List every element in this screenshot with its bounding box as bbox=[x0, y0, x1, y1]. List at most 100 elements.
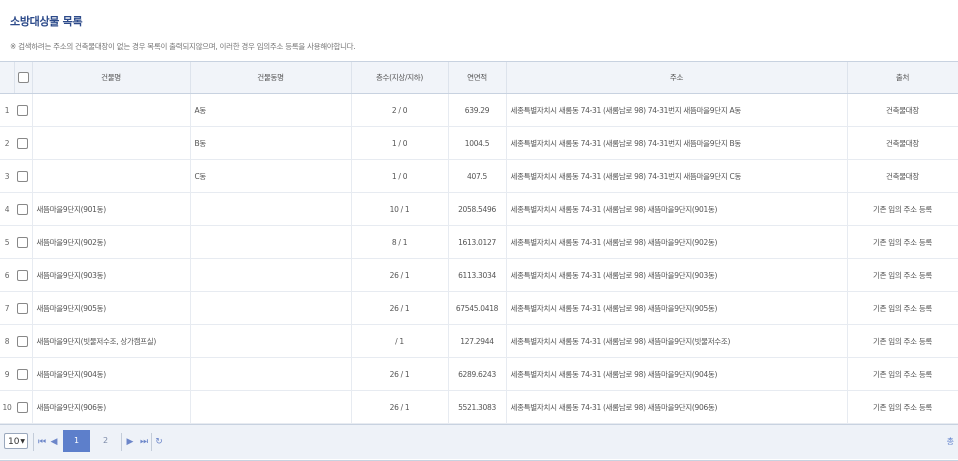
facility-grid: 건물명 건물동명 층수(지상/지하) 연면적 주소 출처 1 A동 2 / 0 … bbox=[0, 61, 958, 461]
col-header-building-dong[interactable]: 건물동명 bbox=[190, 62, 352, 94]
cell-floors: 8 / 1 bbox=[351, 225, 449, 259]
cell-address: 세종특별자치시 새롬동 74-31 (새롬남로 98) 새뜸마을9단지(905동… bbox=[506, 291, 848, 325]
table-row[interactable]: 5 새뜸마을9단지(902동) 8 / 1 1613.0127 세종특별자치시 … bbox=[0, 225, 958, 259]
cell-building-dong bbox=[190, 291, 352, 325]
cell-building-name bbox=[32, 126, 191, 160]
row-checkbox[interactable] bbox=[17, 401, 29, 413]
first-page-button[interactable]: ⏮ bbox=[37, 433, 47, 451]
cell-address: 세종특별자치시 새롬동 74-31 (새롬남로 98) 새뜸마을9단지(빗물저수… bbox=[506, 324, 848, 358]
first-page-icon: ⏮ bbox=[37, 437, 47, 447]
table-header: 건물명 건물동명 층수(지상/지하) 연면적 주소 출처 bbox=[0, 62, 958, 94]
col-header-floors[interactable]: 층수(지상/지하) bbox=[351, 62, 449, 94]
page-size-value: 10 bbox=[8, 437, 20, 447]
row-number: 3 bbox=[0, 159, 14, 193]
rownum-header bbox=[0, 62, 15, 94]
cell-building-name: 새뜸마을9단지(빗물저수조, 상가캠프실) bbox=[32, 324, 191, 358]
row-select-cell bbox=[14, 291, 33, 325]
cell-address: 세종특별자치시 새롬동 74-31 (새롬남로 98) 새뜸마을9단지(903동… bbox=[506, 258, 848, 292]
row-number: 9 bbox=[0, 357, 14, 391]
cell-floors: 26 / 1 bbox=[351, 291, 449, 325]
cell-area: 639.29 bbox=[448, 93, 507, 127]
table-row[interactable]: 7 새뜸마을9단지(905동) 26 / 1 67545.0418 세종특별자치… bbox=[0, 291, 958, 325]
row-checkbox[interactable] bbox=[17, 236, 29, 248]
table-body: 1 A동 2 / 0 639.29 세종특별자치시 새롬동 74-31 (새롬남… bbox=[0, 93, 958, 424]
next-page-icon: ▶ bbox=[126, 437, 134, 447]
table-row[interactable]: 6 새뜸마을9단지(903동) 26 / 1 6113.3034 세종특별자치시… bbox=[0, 258, 958, 292]
table-row[interactable]: 9 새뜸마을9단지(904동) 26 / 1 6289.6243 세종특별자치시… bbox=[0, 357, 958, 391]
cell-area: 5521.3083 bbox=[448, 390, 507, 424]
prev-page-button[interactable]: ◀ bbox=[49, 433, 59, 451]
cell-source: 기존 임의 주소 등록 bbox=[847, 225, 958, 259]
cell-building-dong: C동 bbox=[190, 159, 352, 193]
cell-area: 1613.0127 bbox=[448, 225, 507, 259]
row-checkbox[interactable] bbox=[17, 368, 29, 380]
cell-building-dong bbox=[190, 258, 352, 292]
table-row[interactable]: 8 새뜸마을9단지(빗물저수조, 상가캠프실) / 1 127.2944 세종특… bbox=[0, 324, 958, 358]
cell-floors: 2 / 0 bbox=[351, 93, 449, 127]
cell-floors: 1 / 0 bbox=[351, 159, 449, 193]
cell-address: 세종특별자치시 새롬동 74-31 (새롬남로 98) 74-31번지 새뜸마을… bbox=[506, 159, 848, 193]
cell-area: 6289.6243 bbox=[448, 357, 507, 391]
last-page-button[interactable]: ⏭ bbox=[139, 433, 149, 451]
cell-area: 1004.5 bbox=[448, 126, 507, 160]
refresh-button[interactable]: ↻ bbox=[154, 433, 164, 451]
cell-building-name: 새뜸마을9단지(903동) bbox=[32, 258, 191, 292]
col-header-area[interactable]: 연면적 bbox=[448, 62, 507, 94]
cell-address: 세종특별자치시 새롬동 74-31 (새롬남로 98) 새뜸마을9단지(902동… bbox=[506, 225, 848, 259]
row-number: 5 bbox=[0, 225, 14, 259]
page-size-select[interactable]: 10 ▼ bbox=[4, 433, 28, 449]
col-header-source[interactable]: 출처 bbox=[847, 62, 958, 94]
cell-building-name: 새뜸마을9단지(906동) bbox=[32, 390, 191, 424]
table-row[interactable]: 3 C동 1 / 0 407.5 세종특별자치시 새롬동 74-31 (새롬남로… bbox=[0, 159, 958, 193]
cell-source: 기존 임의 주소 등록 bbox=[847, 258, 958, 292]
row-select-cell bbox=[14, 324, 33, 358]
facility-table: 건물명 건물동명 층수(지상/지하) 연면적 주소 출처 1 A동 2 / 0 … bbox=[0, 62, 958, 424]
cell-address: 세종특별자치시 새롬동 74-31 (새롬남로 98) 새뜸마을9단지(904동… bbox=[506, 357, 848, 391]
row-checkbox[interactable] bbox=[17, 104, 29, 116]
row-checkbox[interactable] bbox=[17, 170, 29, 182]
row-select-cell bbox=[14, 159, 33, 193]
cell-building-dong: B동 bbox=[190, 126, 352, 160]
cell-source: 기존 임의 주소 등록 bbox=[847, 390, 958, 424]
row-number: 1 bbox=[0, 93, 14, 127]
next-page-button[interactable]: ▶ bbox=[125, 433, 135, 451]
row-select-cell bbox=[14, 192, 33, 226]
table-row[interactable]: 1 A동 2 / 0 639.29 세종특별자치시 새롬동 74-31 (새롬남… bbox=[0, 93, 958, 127]
cell-address: 세종특별자치시 새롬동 74-31 (새롬남로 98) 새뜸마을9단지(906동… bbox=[506, 390, 848, 424]
cell-area: 407.5 bbox=[448, 159, 507, 193]
table-row[interactable]: 4 새뜸마을9단지(901동) 10 / 1 2058.5496 세종특별자치시… bbox=[0, 192, 958, 226]
cell-building-name: 새뜸마을9단지(905동) bbox=[32, 291, 191, 325]
page-number[interactable]: 2 bbox=[92, 430, 119, 452]
cell-floors: 26 / 1 bbox=[351, 258, 449, 292]
row-checkbox[interactable] bbox=[17, 302, 29, 314]
cell-area: 6113.3034 bbox=[448, 258, 507, 292]
cell-source: 기존 임의 주소 등록 bbox=[847, 357, 958, 391]
cell-building-name: 새뜸마을9단지(902동) bbox=[32, 225, 191, 259]
cell-source: 건축물대장 bbox=[847, 126, 958, 160]
cell-address: 세종특별자치시 새롬동 74-31 (새롬남로 98) 74-31번지 새뜸마을… bbox=[506, 126, 848, 160]
row-number: 4 bbox=[0, 192, 14, 226]
select-all-checkbox[interactable] bbox=[17, 72, 29, 83]
table-row[interactable]: 2 B동 1 / 0 1004.5 세종특별자치시 새롬동 74-31 (새롬남… bbox=[0, 126, 958, 160]
cell-floors: 1 / 0 bbox=[351, 126, 449, 160]
chevron-down-icon: ▼ bbox=[20, 438, 25, 445]
table-row[interactable]: 10 새뜸마을9단지(906동) 26 / 1 5521.3083 세종특별자치… bbox=[0, 390, 958, 424]
row-checkbox[interactable] bbox=[17, 203, 29, 215]
row-number: 6 bbox=[0, 258, 14, 292]
col-header-address[interactable]: 주소 bbox=[506, 62, 848, 94]
refresh-icon: ↻ bbox=[155, 437, 163, 447]
row-checkbox[interactable] bbox=[17, 137, 29, 149]
cell-building-name: 새뜸마을9단지(901동) bbox=[32, 192, 191, 226]
row-select-cell bbox=[14, 258, 33, 292]
row-number: 2 bbox=[0, 126, 14, 160]
notice-text: ※ 검색하려는 주소의 건축물대장이 없는 경우 목록이 출력되지않으며, 이러… bbox=[10, 42, 356, 51]
pager-divider bbox=[33, 433, 34, 451]
cell-area: 67545.0418 bbox=[448, 291, 507, 325]
row-checkbox[interactable] bbox=[17, 335, 29, 347]
cell-floors: 26 / 1 bbox=[351, 357, 449, 391]
cell-building-dong bbox=[190, 357, 352, 391]
page-number-active[interactable]: 1 bbox=[63, 430, 90, 452]
col-header-building-name[interactable]: 건물명 bbox=[32, 62, 191, 94]
page-title: 소방대상물 목록 bbox=[10, 15, 83, 28]
row-checkbox[interactable] bbox=[17, 269, 29, 281]
